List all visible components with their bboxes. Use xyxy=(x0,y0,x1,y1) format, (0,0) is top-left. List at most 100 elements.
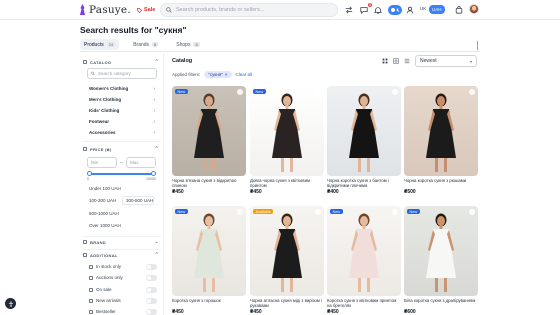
category-item[interactable]: Footwear › xyxy=(89,117,155,126)
product-name[interactable]: Чорна в'язана сукня з відкритою спиною xyxy=(172,178,246,188)
search-input[interactable] xyxy=(176,7,326,13)
chevron-up-icon: ⌃ xyxy=(154,252,159,258)
toggle-switch[interactable] xyxy=(146,297,157,304)
list-view-icon[interactable] xyxy=(403,57,410,64)
filter-label: In stock only xyxy=(96,264,122,269)
wishlist-heart-icon[interactable] xyxy=(315,209,321,215)
filter-on-sale[interactable]: On sale xyxy=(89,285,157,294)
product-image[interactable] xyxy=(327,86,401,176)
wishlist-heart-icon[interactable] xyxy=(469,209,475,215)
product-card[interactable]: New Біла коротка сукня з драпіруванням ₴60… xyxy=(404,206,478,315)
product-card[interactable]: New Коротка сукня з горошок ₴450 xyxy=(172,206,246,315)
price-option[interactable]: Under 100 UAH xyxy=(86,184,121,193)
product-card[interactable]: Чорна коротка сукня з рюшами ₴500 xyxy=(404,86,478,195)
max-placeholder: Max xyxy=(130,160,139,165)
price-option[interactable]: 100-300 UAH xyxy=(86,196,116,205)
wishlist-heart-icon[interactable] xyxy=(469,89,475,95)
close-icon[interactable]: × xyxy=(225,72,228,77)
user-icon[interactable] xyxy=(405,5,415,15)
brand-logo[interactable]: Pasuye. xyxy=(79,3,131,17)
theme-toggle[interactable] xyxy=(388,5,402,15)
product-card[interactable]: Available Чорна атласна сукня міді з вирі… xyxy=(250,206,324,315)
price-option-label: Over 1000 UAH xyxy=(89,223,121,228)
max-price-input[interactable]: Max xyxy=(126,157,156,168)
category-item[interactable]: Men's Clothing › xyxy=(89,95,155,104)
product-card[interactable]: New Довга чорна сукня з квітковим принтом… xyxy=(250,86,324,195)
wishlist-heart-icon[interactable] xyxy=(392,89,398,95)
chip-label: "сукня" xyxy=(208,72,223,77)
product-name[interactable]: Біла коротка сукня з драпіруванням xyxy=(404,298,478,308)
applied-filters-label: Applied filters: xyxy=(172,72,201,77)
toggle-switch[interactable] xyxy=(146,274,157,281)
additional-section-header[interactable]: ADDITIONAL ⌃ xyxy=(83,251,159,259)
toggle-switch[interactable] xyxy=(146,263,157,270)
product-image[interactable] xyxy=(404,86,478,176)
product-name[interactable]: Коротка сукня з квітковим принтом на бре… xyxy=(327,298,401,308)
wishlist-heart-icon[interactable] xyxy=(237,89,243,95)
accessibility-icon xyxy=(8,300,13,307)
product-image[interactable]: Available xyxy=(250,206,324,296)
sale-link[interactable]: Sale xyxy=(137,5,155,15)
category-item[interactable]: Women's Clothing › xyxy=(89,84,155,93)
scrollbar-handle[interactable] xyxy=(477,41,478,50)
wishlist-heart-icon[interactable] xyxy=(392,209,398,215)
wishlist-heart-icon[interactable] xyxy=(315,89,321,95)
price-slider-max-handle[interactable] xyxy=(150,171,156,176)
filter-auctions[interactable]: Auctions only xyxy=(89,273,157,282)
product-name[interactable]: Чорна атласна сукня міді з вирізом і рук… xyxy=(250,298,324,308)
accessibility-button[interactable] xyxy=(5,298,16,309)
large-grid-view-icon[interactable] xyxy=(392,57,399,64)
price-option[interactable]: Over 1000 UAH xyxy=(86,221,121,230)
product-card[interactable]: New Чорна в'язана сукня з відкритою спино… xyxy=(172,86,246,195)
moon-icon xyxy=(396,8,400,12)
product-image[interactable]: New xyxy=(172,86,246,176)
product-card[interactable]: New Коротка сукня з квітковим принтом на … xyxy=(327,206,401,315)
product-badge: New xyxy=(330,209,343,214)
price-option[interactable]: 500-1000 UAH xyxy=(86,209,119,218)
user-avatar[interactable] xyxy=(469,4,479,14)
category-item[interactable]: Accessories › xyxy=(89,128,155,137)
messages-icon[interactable]: 3 xyxy=(359,3,372,15)
brand-section-header[interactable]: BRAND ⌄ xyxy=(83,238,159,246)
product-image[interactable]: New xyxy=(250,86,324,176)
price-option[interactable]: 300-500 UAH xyxy=(122,196,155,205)
filter-in-stock[interactable]: In stock only xyxy=(89,262,157,271)
category-item[interactable]: Kids' Clothing › xyxy=(89,106,155,115)
price-slider-track[interactable] xyxy=(89,173,153,175)
tab-shops[interactable]: Shops 6 xyxy=(172,39,203,50)
tab-products[interactable]: Products 24 xyxy=(80,39,120,50)
bell-icon[interactable] xyxy=(373,5,383,15)
product-name[interactable]: Коротка сукня з горошок xyxy=(172,298,246,308)
product-name[interactable]: Чорна коротка сукня з рюшами xyxy=(404,178,478,188)
top-header: Pasuye. Sale 3 UK UAH xyxy=(0,0,560,20)
search-bar[interactable] xyxy=(160,3,338,17)
compare-icon[interactable] xyxy=(344,5,354,15)
filter-new-arrivals[interactable]: New arrivals xyxy=(89,296,157,305)
wishlist-heart-icon[interactable] xyxy=(237,209,243,215)
product-image[interactable]: New xyxy=(327,206,401,296)
tab-brands[interactable]: Brands 8 xyxy=(129,39,162,50)
category-search[interactable] xyxy=(87,68,157,79)
toggle-switch[interactable] xyxy=(146,308,157,315)
price-slider-min-handle[interactable] xyxy=(86,171,92,176)
star-icon xyxy=(89,309,93,314)
min-price-input[interactable]: Min xyxy=(87,157,117,168)
product-image[interactable]: New xyxy=(404,206,478,296)
dress-figure-icon xyxy=(194,213,224,292)
cart-icon[interactable] xyxy=(454,5,464,15)
currency-selector[interactable]: UAH xyxy=(429,5,445,14)
product-name[interactable]: Довга чорна сукня з квітковим принтом xyxy=(250,178,324,188)
product-card[interactable]: Чорна коротка сукня з бантом і відкритим… xyxy=(327,86,401,195)
sort-select[interactable]: Newest ▾ xyxy=(415,55,477,67)
clear-all-link[interactable]: Clear all xyxy=(236,72,253,77)
product-name[interactable]: Чорна коротка сукня з бантом і відкритим… xyxy=(327,178,401,188)
catalog-section-header[interactable]: CATALOG ⌃ xyxy=(83,58,159,66)
price-section-header[interactable]: PRICE (₴) ⌃ xyxy=(83,145,159,153)
product-image[interactable]: New xyxy=(172,206,246,296)
toggle-switch[interactable] xyxy=(146,286,157,293)
category-search-input[interactable] xyxy=(98,71,156,76)
language-selector[interactable]: UK xyxy=(420,6,426,11)
filter-chip[interactable]: "сукня" × xyxy=(204,71,232,78)
grid-view-icon[interactable] xyxy=(381,57,388,64)
filter-bestseller[interactable]: Bestseller xyxy=(89,307,157,315)
